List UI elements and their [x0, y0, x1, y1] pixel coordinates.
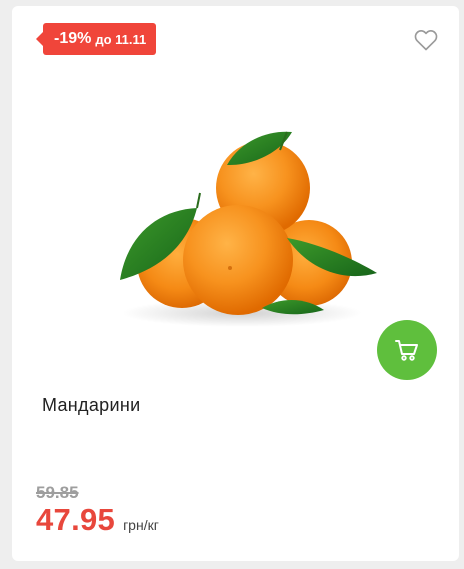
old-price: 59.85 — [36, 483, 79, 502]
price-row: 47.95 грн/кг — [36, 502, 159, 538]
price-unit: грн/кг — [123, 517, 159, 533]
discount-badge: -19% до 11.11 — [35, 23, 157, 55]
shopping-cart-icon — [395, 340, 418, 361]
heart-outline-icon — [414, 30, 438, 51]
discount-percent: -19% — [54, 30, 92, 47]
add-to-cart-button[interactable] — [377, 320, 437, 380]
discount-until: до 11.11 — [95, 31, 147, 47]
current-price: 47.95 — [36, 502, 116, 537]
product-name[interactable]: Мандарини — [42, 395, 140, 416]
tangerines-image — [120, 131, 377, 327]
product-card[interactable]: -19% до 11.11 Мандарини 59.85 47.95 грн/… — [12, 6, 459, 561]
product-image[interactable] — [102, 118, 382, 333]
favorite-button[interactable] — [414, 29, 438, 51]
